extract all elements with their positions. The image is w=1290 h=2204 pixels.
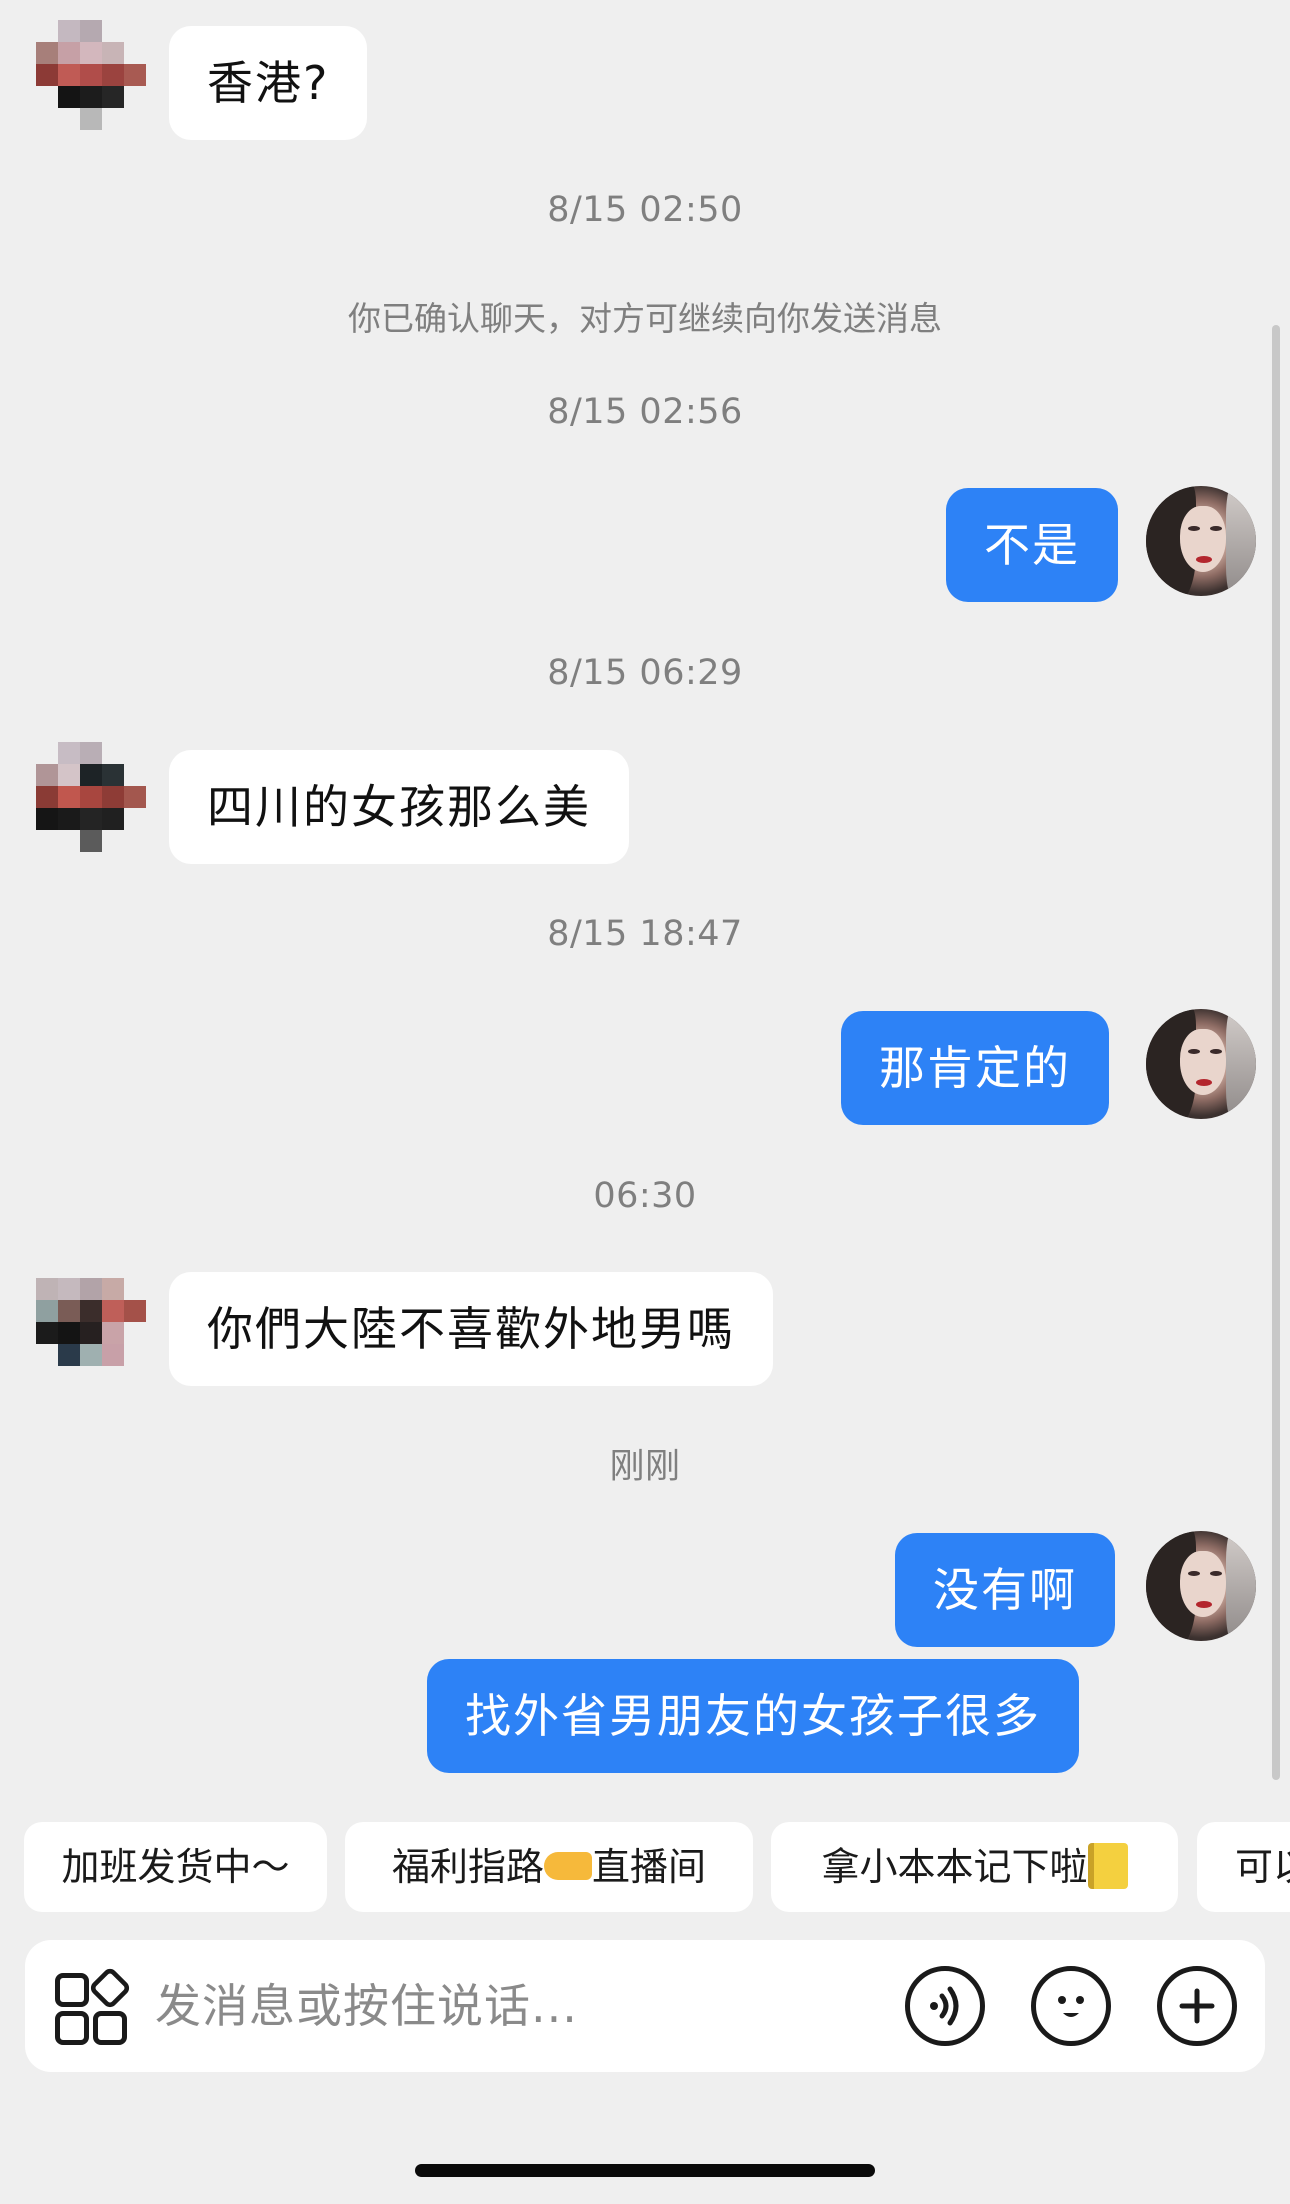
my-avatar[interactable] <box>1146 486 1256 596</box>
quick-reply-bar: 加班发货中～ 福利指路 直播间 拿小本本记下啦 可以 <box>0 1822 1290 1912</box>
message-timestamp: 8/15 06:29 <box>547 653 743 693</box>
peer-avatar-mosaic[interactable] <box>36 20 148 140</box>
message-bubble-incoming[interactable]: 四川的女孩那么美 <box>169 750 629 864</box>
message-bubble-outgoing[interactable]: 没有啊 <box>895 1533 1115 1647</box>
plus-icon[interactable] <box>1157 1966 1237 2046</box>
quick-reply-label: 福利指路 <box>391 1845 544 1889</box>
quick-reply-label: 可以 <box>1235 1845 1290 1889</box>
message-bubble-incoming[interactable]: 香港? <box>169 26 368 140</box>
message-timestamp: 8/15 18:47 <box>547 914 743 954</box>
message-timestamp: 8/15 02:56 <box>547 392 743 432</box>
chat-confirmed-notice: 你已确认聊天，对方可继续向你发送消息 <box>348 299 942 338</box>
apps-grid-icon[interactable] <box>55 1965 133 2045</box>
quick-reply-chip[interactable]: 拿小本本记下啦 <box>771 1822 1178 1912</box>
home-indicator[interactable] <box>415 2164 875 2177</box>
quick-reply-chip[interactable]: 福利指路 直播间 <box>345 1822 753 1912</box>
smiley-icon[interactable] <box>1031 1966 1111 2046</box>
message-timestamp: 06:30 <box>593 1176 697 1216</box>
notebook-emoji <box>1087 1842 1128 1889</box>
quick-reply-chip[interactable]: 加班发货中～ <box>24 1822 327 1912</box>
message-bubble-outgoing[interactable]: 找外省男朋友的女孩子很多 <box>427 1659 1079 1773</box>
message-bubble-incoming[interactable]: 你們大陸不喜歡外地男嗎 <box>169 1272 773 1386</box>
peer-avatar-mosaic[interactable] <box>36 742 148 862</box>
quick-reply-chip[interactable]: 可以 <box>1197 1822 1290 1912</box>
message-bubble-outgoing[interactable]: 不是 <box>946 488 1118 602</box>
quick-reply-label: 加班发货中～ <box>61 1845 290 1889</box>
voice-wave-icon[interactable] <box>905 1966 985 2046</box>
peer-avatar-mosaic[interactable] <box>36 1278 148 1398</box>
message-timestamp: 8/15 02:50 <box>547 190 743 230</box>
point-right-emoji <box>544 1851 592 1880</box>
my-avatar[interactable] <box>1146 1009 1256 1119</box>
message-bubble-outgoing[interactable]: 那肯定的 <box>841 1011 1109 1125</box>
message-timestamp: 刚刚 <box>609 1447 681 1487</box>
quick-reply-label-suffix: 直播间 <box>592 1845 707 1889</box>
my-avatar[interactable] <box>1146 1531 1256 1641</box>
chat-scrollbar[interactable] <box>1272 325 1280 1780</box>
message-input[interactable]: 发消息或按住说话... <box>155 1940 578 2072</box>
message-input-bar: 发消息或按住说话... <box>25 1940 1265 2072</box>
quick-reply-label: 拿小本本记下啦 <box>821 1845 1088 1889</box>
